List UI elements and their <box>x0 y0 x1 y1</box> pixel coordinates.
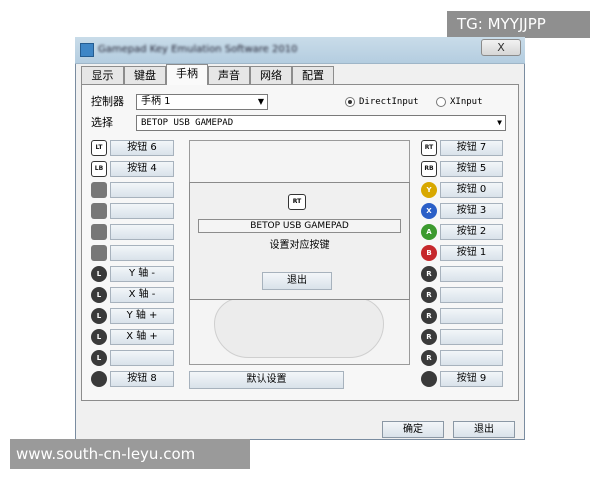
chevron-down-icon: ▼ <box>497 118 502 127</box>
dpad-left-icon <box>91 203 107 219</box>
tab-network[interactable]: 网络 <box>250 66 292 84</box>
select-label: 选择 <box>91 116 113 129</box>
left-mapping-button[interactable]: X 轴 + <box>110 329 174 345</box>
left-stick-right-icon: L <box>91 329 107 345</box>
right-mapping-button[interactable] <box>440 329 503 345</box>
right-mapping-button[interactable] <box>440 308 503 324</box>
controller-select[interactable]: 手柄 1 ▼ <box>136 94 268 110</box>
tab-display[interactable]: 显示 <box>81 66 124 84</box>
close-button[interactable]: X <box>481 39 521 56</box>
x-button-icon: X <box>421 203 437 219</box>
left-stick-up-icon: L <box>91 266 107 282</box>
lb-icon: LB <box>91 161 107 177</box>
xinput-radio[interactable] <box>436 97 446 107</box>
device-value: BETOP USB GAMEPAD <box>141 118 234 128</box>
right-stick-up-icon: R <box>421 266 437 282</box>
left-mapping-button[interactable]: 按钮 6 <box>110 140 174 156</box>
b-button-icon: B <box>421 245 437 261</box>
app-icon <box>80 43 94 57</box>
directinput-radio[interactable] <box>345 97 355 107</box>
dialog-device-name: BETOP USB GAMEPAD <box>198 219 401 233</box>
lt-icon: LT <box>91 140 107 156</box>
y-button-icon: Y <box>421 182 437 198</box>
right-mapping-button[interactable]: 按钮 2 <box>440 224 503 240</box>
left-mapping-button[interactable]: 按钮 4 <box>110 161 174 177</box>
window-title: Gamepad Key Emulation Software 2010 <box>98 44 298 55</box>
right-mapping-button[interactable] <box>440 287 503 303</box>
device-select[interactable]: BETOP USB GAMEPAD ▼ <box>136 115 506 131</box>
left-stick-down-icon: L <box>91 308 107 324</box>
right-mapping-button[interactable]: 按钮 9 <box>440 371 503 387</box>
left-mapping-button[interactable] <box>110 350 174 366</box>
controller-value: 手柄 1 <box>141 96 171 107</box>
right-stick-left-icon: R <box>421 287 437 303</box>
left-mapping-button[interactable] <box>110 203 174 219</box>
tab-sound[interactable]: 声音 <box>208 66 250 84</box>
right-stick-right-icon: R <box>421 329 437 345</box>
tab-keyboard[interactable]: 键盘 <box>124 66 166 84</box>
default-settings-button[interactable]: 默认设置 <box>189 371 344 389</box>
right-mapping-button[interactable]: 按钮 7 <box>440 140 503 156</box>
tab-gamepad[interactable]: 手柄 <box>166 64 208 85</box>
dpad-down-icon <box>91 224 107 240</box>
right-stick-press-icon: R <box>421 350 437 366</box>
watermark-top-right: TG: MYYJJPP <box>447 11 590 38</box>
start-icon <box>421 371 437 387</box>
left-mapping-button[interactable] <box>110 224 174 240</box>
gamepad-silhouette <box>214 298 384 358</box>
left-mapping-button[interactable]: X 轴 - <box>110 287 174 303</box>
left-mapping-button[interactable]: Y 轴 - <box>110 266 174 282</box>
left-mapping-button[interactable]: 按钮 8 <box>110 371 174 387</box>
rt-icon: RT <box>421 140 437 156</box>
right-mapping-button[interactable]: 按钮 0 <box>440 182 503 198</box>
right-stick-down-icon: R <box>421 308 437 324</box>
right-mapping-button[interactable]: 按钮 1 <box>440 245 503 261</box>
right-mapping-button[interactable]: 按钮 3 <box>440 203 503 219</box>
left-stick-press-icon: L <box>91 350 107 366</box>
right-mapping-button[interactable] <box>440 350 503 366</box>
tab-config[interactable]: 配置 <box>292 66 334 84</box>
exit-button[interactable]: 退出 <box>453 421 515 438</box>
right-mapping-button[interactable] <box>440 266 503 282</box>
left-stick-left-icon: L <box>91 287 107 303</box>
chevron-down-icon: ▼ <box>257 97 264 106</box>
back-icon <box>91 371 107 387</box>
left-mapping-button[interactable] <box>110 245 174 261</box>
dialog-exit-button[interactable]: 退出 <box>262 272 332 290</box>
right-mapping-button[interactable]: 按钮 5 <box>440 161 503 177</box>
a-button-icon: A <box>421 224 437 240</box>
rb-icon: RB <box>421 161 437 177</box>
directinput-label: DirectInput <box>359 97 419 107</box>
rt-icon: RT <box>288 194 306 210</box>
xinput-label: XInput <box>450 97 483 107</box>
left-mapping-button[interactable]: Y 轴 + <box>110 308 174 324</box>
dpad-up-icon <box>91 182 107 198</box>
left-mapping-button[interactable] <box>110 182 174 198</box>
watermark-bottom-left: www.south-cn-leyu.com <box>10 439 250 469</box>
dialog-prompt: 设置对应按键 <box>269 240 330 251</box>
controller-label: 控制器 <box>91 95 124 108</box>
ok-button[interactable]: 确定 <box>382 421 444 438</box>
dpad-right-icon <box>91 245 107 261</box>
